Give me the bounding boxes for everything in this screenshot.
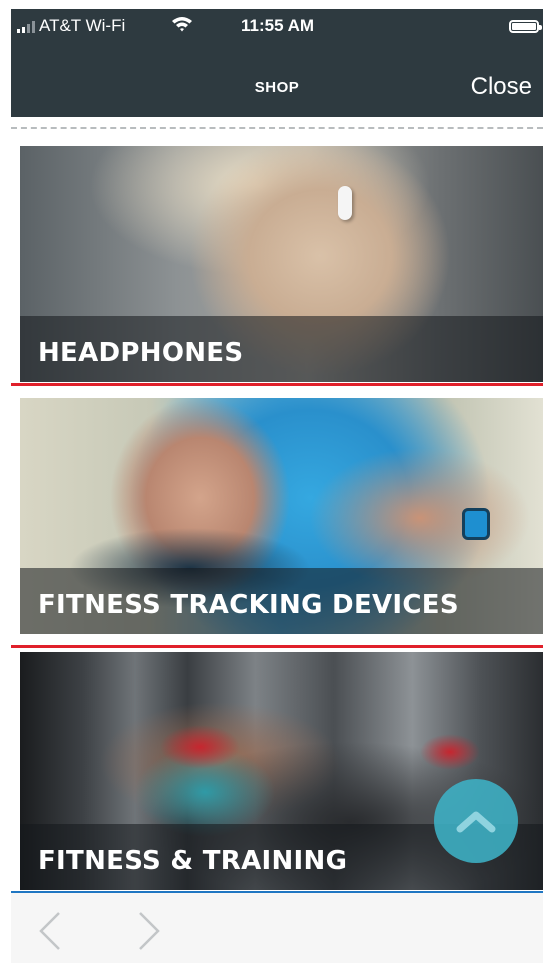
close-button[interactable]: Close <box>471 73 532 101</box>
category-tile-headphones[interactable]: HEADPHONES <box>20 146 543 382</box>
app-frame: AT&T Wi-Fi 11:55 AM SHOP Close HEADPHONE… <box>11 9 543 963</box>
signal-icon <box>17 21 35 33</box>
browser-toolbar <box>11 893 543 963</box>
chevron-left-icon <box>39 912 60 950</box>
page-title: SHOP <box>254 79 300 96</box>
top-bar: AT&T Wi-Fi 11:55 AM SHOP Close <box>11 9 543 117</box>
forward-button[interactable] <box>134 911 164 951</box>
category-tile-fitness-tracking-devices[interactable]: FITNESS TRACKING DEVICES <box>20 398 543 634</box>
chevron-up-icon <box>456 811 496 833</box>
category-label: FITNESS TRACKING DEVICES <box>38 590 459 620</box>
wifi-icon <box>171 15 193 38</box>
dashed-divider <box>11 127 543 129</box>
category-label: HEADPHONES <box>38 338 244 368</box>
status-bar: AT&T Wi-Fi 11:55 AM <box>11 9 543 41</box>
back-button[interactable] <box>35 911 65 951</box>
chevron-right-icon <box>139 912 160 950</box>
battery-icon <box>509 20 542 33</box>
carrier-label: AT&T Wi-Fi <box>39 16 126 35</box>
scroll-to-top-button[interactable] <box>434 779 518 863</box>
status-time: 11:55 AM <box>241 16 315 35</box>
category-label: FITNESS & TRAINING <box>38 846 348 876</box>
